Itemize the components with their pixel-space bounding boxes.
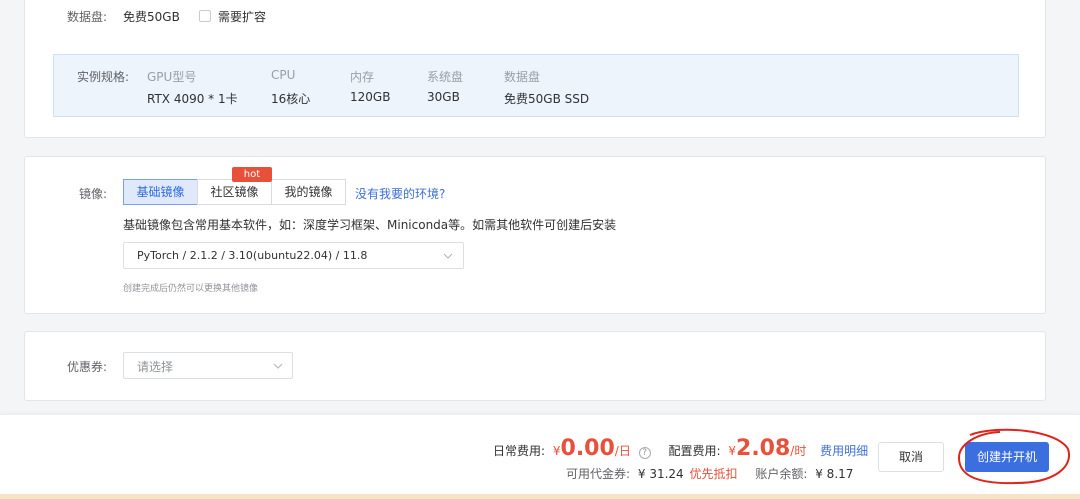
instance-spec-box: 实例规格: GPU型号 RTX 4090 * 1卡 CPU 16核心 内存 12… <box>53 54 1019 117</box>
config-cost-currency: ¥ <box>728 444 737 458</box>
coupon-label: 优惠券: <box>67 360 108 374</box>
voucher-value: ¥ 31.24 <box>637 467 684 481</box>
coupon-card: 优惠券: 请选择 <box>24 331 1046 401</box>
instance-config-card: 数据盘: 免费50GB 需要扩容 实例规格: GPU型号 RTX 4090 * … <box>24 0 1046 138</box>
tab-base-image[interactable]: 基础镜像 <box>123 179 198 205</box>
spec-header-memory: 内存 <box>350 70 375 84</box>
daily-cost-label: 日常费用: <box>493 444 546 458</box>
expand-checkbox[interactable] <box>199 10 211 22</box>
help-icon[interactable]: ? <box>638 447 651 459</box>
spec-header-data-disk: 数据盘 <box>504 70 541 84</box>
coupon-select[interactable]: 请选择 <box>123 352 293 379</box>
annotation-circle <box>957 428 1071 485</box>
coupon-placeholder: 请选择 <box>137 360 174 374</box>
data-disk-value: 免费50GB <box>123 10 180 24</box>
spec-header-cpu: CPU <box>271 68 296 82</box>
instance-spec-label: 实例规格: <box>77 70 130 84</box>
chevron-down-icon <box>273 363 283 369</box>
spec-value-cpu: 16核心 <box>271 92 311 106</box>
tab-my-image[interactable]: 我的镜像 <box>271 179 346 205</box>
daily-cost-value: 0.00 <box>560 436 615 461</box>
config-cost-value: 2.08 <box>736 436 791 461</box>
voucher-label: 可用代金券: <box>566 467 631 481</box>
spec-value-gpu: RTX 4090 * 1卡 <box>147 92 238 106</box>
image-card: 镜像: 基础镜像 社区镜像 我的镜像 hot 没有我要的环境? 基础镜像包含常用… <box>24 156 1046 314</box>
image-hint: 创建完成后仍然可以更换其他镜像 <box>123 284 259 294</box>
cancel-button[interactable]: 取消 <box>878 442 944 472</box>
cost-detail-link[interactable]: 费用明细 <box>820 444 868 458</box>
footer-bar: 日常费用: ¥0.00/日 ? 配置费用: ¥2.08/时 费用明细 可用代金券… <box>0 414 1080 494</box>
balance-value: ¥ 8.17 <box>815 467 854 481</box>
spec-value-system-disk: 30GB <box>427 90 460 104</box>
voucher-note: 优先抵扣 <box>689 467 738 481</box>
daily-cost-currency: ¥ <box>552 444 561 458</box>
spec-header-gpu: GPU型号 <box>147 70 197 84</box>
spec-value-memory: 120GB <box>350 90 391 104</box>
price-row: 日常费用: ¥0.00/日 ? 配置费用: ¥2.08/时 费用明细 <box>493 434 868 464</box>
image-description: 基础镜像包含常用基本软件，如：深度学习框架、Miniconda等。如需其他软件可… <box>123 218 617 232</box>
spec-value-data-disk: 免费50GB SSD <box>504 92 590 106</box>
bottom-strip <box>0 494 1080 499</box>
tab-community-image[interactable]: 社区镜像 <box>197 179 272 205</box>
hot-badge: hot <box>232 167 272 182</box>
image-version-select[interactable]: PyTorch / 2.1.2 / 3.10(ubuntu22.04) / 11… <box>123 242 464 269</box>
daily-cost-unit: /日 <box>614 444 631 458</box>
balance-row: 可用代金券: ¥ 31.24 优先抵扣 账户余额: ¥ 8.17 <box>566 465 853 482</box>
expand-checkbox-label[interactable]: 需要扩容 <box>218 8 266 25</box>
chevron-down-icon <box>443 253 453 259</box>
image-label: 镜像: <box>79 187 108 201</box>
config-cost-unit: /时 <box>790 444 807 458</box>
balance-label: 账户余额: <box>755 467 808 481</box>
config-cost-label: 配置费用: <box>668 444 721 458</box>
missing-environment-link[interactable]: 没有我要的环境? <box>355 185 445 202</box>
image-version-value: PyTorch / 2.1.2 / 3.10(ubuntu22.04) / 11… <box>137 249 368 262</box>
spec-header-system-disk: 系统盘 <box>427 70 464 84</box>
data-disk-label: 数据盘: <box>67 10 108 24</box>
